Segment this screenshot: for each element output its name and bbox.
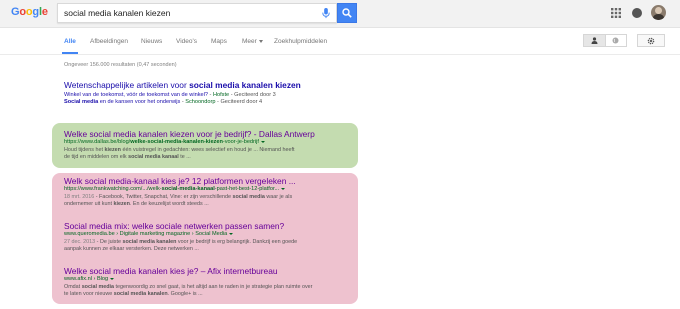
search-icon — [342, 8, 352, 18]
tab-tools[interactable]: Zoekhulpmiddelen — [274, 38, 327, 45]
scholar-item: Winkel van de toekomst, vóór de toekomst… — [64, 92, 276, 98]
scholar-item-title[interactable]: Winkel van de toekomst, vóór de toekomst… — [64, 92, 208, 98]
search-tabs: Alle Afbeeldingen Nieuws Video's Maps Me… — [0, 28, 680, 55]
scholar-item-cite[interactable]: Geciteerd door 4 — [220, 99, 262, 105]
scholar-block: Wetenschappelijke artikelen voor social … — [64, 80, 364, 106]
result-url[interactable]: https://www.frankwatching.com/.../welk-s… — [64, 186, 356, 194]
result-stats: Ongeveer 156.000 resultaten (0,47 second… — [64, 62, 177, 68]
notifications-icon[interactable] — [632, 8, 642, 18]
scholar-title[interactable]: Wetenschappelijke artikelen voor social … — [64, 80, 364, 90]
dropdown-arrow-icon[interactable] — [281, 187, 286, 190]
search-result: Welk social media-kanaal kies je? 12 pla… — [64, 176, 356, 208]
microphone-icon[interactable] — [321, 8, 331, 19]
result-url[interactable]: https://www.dallas.be/blog/welke-social-… — [64, 139, 356, 147]
result-snippet: 27 dec. 2013 - De juiste social media ka… — [64, 238, 298, 252]
tab-news[interactable]: Nieuws — [141, 38, 162, 45]
personal-results-button[interactable] — [584, 35, 606, 46]
search-box — [57, 3, 337, 23]
apps-grid-icon[interactable] — [611, 8, 621, 18]
result-title[interactable]: Welk social media-kanaal kies je? 12 pla… — [64, 176, 356, 186]
tab-maps[interactable]: Maps — [211, 38, 227, 45]
tab-more-label: Meer — [242, 38, 257, 45]
dropdown-arrow-icon[interactable] — [260, 140, 265, 143]
search-result: Welke social media kanalen kiezen voor j… — [64, 129, 356, 161]
tab-videos[interactable]: Video's — [176, 38, 197, 45]
result-title[interactable]: Social media mix: welke sociale netwerke… — [64, 221, 356, 231]
chevron-down-icon — [258, 39, 263, 43]
global-results-button[interactable] — [606, 35, 627, 46]
scholar-item: Social media en de kansen voor het onder… — [64, 99, 263, 106]
result-snippet: 18 mrt. 2016 - Facebook, Twitter, Snapch… — [64, 193, 293, 207]
scholar-item-source[interactable]: Schoondorp — [185, 99, 215, 105]
active-tab-indicator — [62, 52, 78, 54]
search-input[interactable] — [58, 4, 313, 22]
result-title[interactable]: Welke social media kanalen kiezen voor j… — [64, 129, 356, 139]
result-snippet: Houd tijdens het kiezen één vuistregel i… — [64, 146, 295, 160]
google-logo[interactable]: Google — [11, 6, 48, 18]
top-bar: Google — [0, 0, 680, 28]
dropdown-arrow-icon[interactable] — [229, 232, 234, 235]
scholar-item-cite[interactable]: Geciteerd door 3 — [234, 92, 276, 98]
result-title[interactable]: Welke social media kanalen kies je? – Af… — [64, 266, 356, 276]
settings-button[interactable] — [637, 34, 665, 47]
scholar-item-source[interactable]: Hofste — [213, 92, 229, 98]
scholar-item-title[interactable]: Social media en de kansen voor het onder… — [64, 99, 180, 105]
person-icon — [591, 37, 598, 44]
avatar[interactable] — [651, 5, 666, 20]
gear-icon — [647, 37, 655, 44]
result-snippet: Omdat social media tegenwoordig zo snel … — [64, 283, 313, 297]
result-url[interactable]: www.afix.nl › Blog — [64, 276, 356, 284]
globe-icon — [612, 37, 619, 44]
tab-more[interactable]: Meer — [242, 38, 263, 45]
search-button[interactable] — [337, 3, 357, 23]
safesearch-toggle — [583, 34, 627, 47]
search-result: Social media mix: welke sociale netwerke… — [64, 221, 356, 253]
dropdown-arrow-icon[interactable] — [110, 277, 115, 280]
tab-images[interactable]: Afbeeldingen — [90, 38, 128, 45]
tab-all[interactable]: Alle — [64, 38, 76, 45]
search-result: Welke social media kanalen kies je? – Af… — [64, 266, 356, 298]
result-url[interactable]: www.queromedia.be › Digitale marketing m… — [64, 231, 356, 239]
